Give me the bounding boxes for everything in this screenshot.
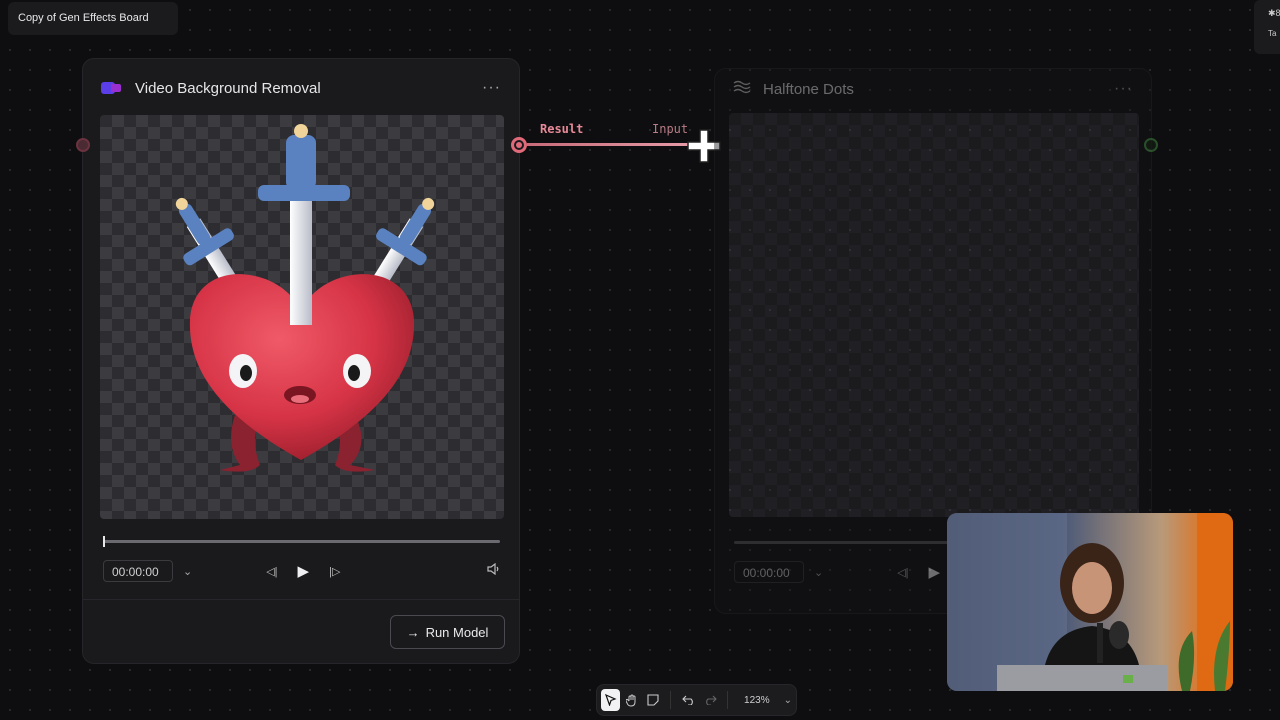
toolbar-separator <box>670 691 672 709</box>
timeline-scrubber[interactable] <box>103 536 500 547</box>
select-icon[interactable] <box>601 689 621 711</box>
node-menu-button[interactable]: ··· <box>1114 80 1133 98</box>
webcam-overlay <box>947 513 1233 691</box>
output-port[interactable] <box>1144 138 1158 152</box>
input-port-label: Input <box>652 122 689 136</box>
node-title: Video Background Removal <box>135 79 321 97</box>
timecode-field[interactable]: 00:00:00 <box>734 561 804 583</box>
connection-wire <box>527 143 705 146</box>
node-header: Halftone Dots ··· <box>715 69 1151 109</box>
waves-icon <box>733 80 751 99</box>
video-preview <box>729 113 1139 517</box>
step-forward-icon[interactable]: |▷ <box>329 565 340 578</box>
undo-icon[interactable] <box>679 689 698 711</box>
corner-chip-label: ✱8 <box>1268 8 1280 18</box>
hand-icon[interactable] <box>622 689 641 711</box>
redo-icon[interactable] <box>700 689 719 711</box>
result-output-port[interactable] <box>511 137 527 153</box>
note-icon[interactable] <box>643 689 662 711</box>
input-port[interactable] <box>76 138 90 152</box>
chevron-down-icon[interactable]: ⌄ <box>784 695 792 706</box>
arrow-right-icon: → <box>406 624 420 640</box>
chevron-down-icon[interactable]: ⌄ <box>814 566 823 579</box>
node-title: Halftone Dots <box>763 80 854 98</box>
presenter-video-image <box>947 513 1233 691</box>
step-back-icon[interactable]: ◁| <box>266 565 277 578</box>
volume-icon[interactable] <box>487 562 501 580</box>
video-preview <box>100 115 504 519</box>
corner-chip-sub: Ta <box>1268 29 1277 38</box>
result-port-label: Result <box>540 122 584 136</box>
model-logo-icon <box>101 81 123 95</box>
timecode-field[interactable]: 00:00:00 <box>103 560 173 582</box>
node-divider <box>83 599 519 600</box>
board-title[interactable]: Copy of Gen Effects Board <box>8 2 178 35</box>
zoom-level[interactable]: 123% <box>744 695 770 706</box>
heart-character-image <box>175 124 435 472</box>
timeline-scrubber[interactable] <box>734 541 964 544</box>
play-icon[interactable]: ▶ <box>929 563 941 581</box>
step-back-icon[interactable]: ◁| <box>897 566 908 579</box>
corner-chip[interactable]: ✱8 Ta <box>1254 0 1280 54</box>
toolbar-separator <box>727 691 729 709</box>
node-menu-button[interactable]: ··· <box>482 79 501 97</box>
run-model-button[interactable]: → Run Model <box>390 615 505 649</box>
play-icon[interactable]: ▶ <box>298 562 310 580</box>
node-header: Video Background Removal ··· <box>83 59 519 117</box>
chevron-down-icon[interactable]: ⌄ <box>183 565 192 578</box>
canvas-toolbar: 123% ⌄ <box>596 684 797 716</box>
node-video-background-removal[interactable]: Video Background Removal ··· 00:00:00 ⌄ … <box>82 58 520 664</box>
run-model-label: Run Model <box>425 624 489 640</box>
playback-controls: 00:00:00 ⌄ ◁| ▶ |▷ <box>103 559 501 583</box>
